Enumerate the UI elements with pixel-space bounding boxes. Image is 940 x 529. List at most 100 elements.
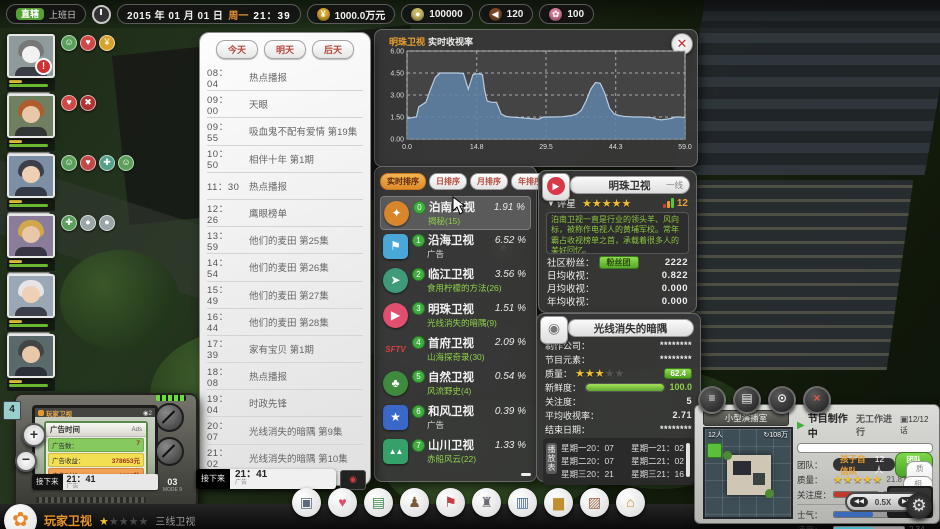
fans-badge-button[interactable]: 粉丝团 (599, 256, 639, 269)
tv-knob[interactable] (155, 403, 184, 432)
schedule-row[interactable]: 15：49他们的麦田 第27集 (207, 282, 363, 309)
staff-icon[interactable]: ♟ (400, 488, 429, 517)
daily-value: 0.822 (662, 270, 688, 281)
production-title: 节目制作中 (808, 410, 853, 440)
schedule-row[interactable]: 08：04热点播报 (207, 64, 363, 91)
schedule-row[interactable]: 11：30热点播报 (207, 173, 363, 200)
team-avatar[interactable] (7, 94, 55, 138)
schedule-row[interactable]: 09：55吸血鬼不配有爱情 第19集 (207, 118, 363, 145)
tv-screen[interactable]: 玩家卫视 ◉2 广告时间 Ads 广告数：7广告收益：378653元广告时长：6… (32, 405, 158, 477)
rank-badge: 7 (412, 439, 425, 452)
daily-rating-row: 日均收视： 0.822 (547, 269, 688, 281)
resource-money[interactable]: ¥1000.0万元 (307, 4, 396, 24)
schedule-tab-2[interactable]: 后天 (312, 40, 354, 59)
ranking-row[interactable]: ★6和风卫视0.39 %广告 (380, 401, 531, 435)
status-icon: ♥ (61, 95, 77, 111)
ranking-tab[interactable]: 实时排序 (380, 173, 426, 190)
resource-tokens[interactable]: ●100000 (401, 4, 472, 24)
schedule-row[interactable]: 18：08热点播报 (207, 363, 363, 390)
broadcast-schedule-tab[interactable]: 播放表 (546, 443, 557, 474)
close-icon[interactable]: × (803, 386, 831, 414)
freshness-label: 新鲜度： (545, 381, 581, 394)
schedule-row[interactable]: 10：50相伴十年 第1期 (207, 146, 363, 173)
end-date-label: 结束日期： (545, 423, 590, 436)
program-time: 20：07 (207, 418, 240, 443)
scrollbar[interactable] (686, 443, 690, 477)
build-tile-icon[interactable] (707, 443, 722, 458)
settings-gear-icon[interactable]: ⚙ (906, 493, 932, 519)
heart-icon[interactable]: ♥ (328, 488, 357, 517)
team-card[interactable] (7, 334, 55, 391)
mascot-icon[interactable]: ⚑ (436, 488, 465, 517)
ranking-row[interactable]: ▶3明珠卫视1.51 %光线消失的暗隅(9) (380, 299, 531, 333)
team-energy-bars (7, 139, 55, 151)
schedule-row[interactable]: 20：07光线消失的暗隅 第9集 (207, 417, 363, 444)
photo-icon[interactable]: ▨ (580, 488, 609, 517)
schedule-tab-1[interactable]: 明天 (264, 40, 306, 59)
program-time: 13：59 (207, 228, 240, 253)
team-pill[interactable]: 孩子自信队 12人 (833, 458, 895, 471)
schedule-row[interactable]: 14：54他们的麦田 第26集 (207, 254, 363, 281)
scroll-indicator[interactable] (521, 473, 531, 476)
clock-icon[interactable] (92, 5, 111, 24)
fans-value: 2222 (665, 257, 688, 268)
ranking-tab[interactable]: 月排序 (470, 173, 508, 190)
team-avatar[interactable] (7, 334, 55, 378)
zoom-out-button[interactable]: − (15, 450, 37, 472)
ranking-row[interactable]: ▲▲7山川卫视1.33 %赤船风云(22) (380, 435, 531, 469)
power-icon[interactable]: ⊙ (768, 386, 796, 414)
status-icon: ☺ (118, 155, 134, 171)
zoom-in-button[interactable]: + (22, 423, 46, 447)
team-avatar[interactable] (7, 154, 55, 198)
team-avatar[interactable]: ! (7, 34, 55, 78)
rating-share: 2.09 % (495, 337, 528, 348)
channel-switch-button[interactable]: ◉ (340, 470, 366, 490)
program-name: 热点播报 (249, 369, 287, 383)
resource-flowers[interactable]: ✿100 (539, 4, 594, 24)
resource-arrows[interactable]: ◀120 (479, 4, 534, 24)
library-icon[interactable]: ▥ (508, 488, 537, 517)
arrow-icon: ◀ (489, 8, 502, 21)
now-playing: 广告 (427, 419, 528, 431)
ad-title: 广告时间 (50, 424, 80, 435)
now-playing: 风流野史(4) (427, 385, 528, 397)
resource-value: 100000 (429, 9, 462, 20)
home-icon[interactable]: ⌂ (616, 488, 645, 517)
menu-icon[interactable]: ≡ (698, 386, 726, 414)
tv-icon[interactable]: ▣ (292, 488, 321, 517)
team-status-icons: ☺♥✚☺ (61, 155, 134, 171)
schedule-row[interactable]: 16：44他们的麦田 第28集 (207, 309, 363, 336)
quality-badge: 62.4 (664, 368, 692, 379)
tower-icon[interactable]: ♜ (472, 488, 501, 517)
station-flower-logo[interactable]: ✿ (4, 504, 37, 529)
ad-stat-row: 广告数：7 (48, 438, 144, 452)
slot-start: 星期二20：07 (561, 455, 614, 468)
schedule-row[interactable]: 17：39家有宝贝 第1期 (207, 336, 363, 363)
team-avatar[interactable] (7, 274, 55, 318)
schedule-row[interactable]: 12：26鹰眼榜单 (207, 200, 363, 227)
city-status-pill[interactable]: 直辖 上班日 (6, 4, 86, 24)
program-time: 16：44 (207, 309, 240, 334)
schedule-row[interactable]: 19：04时政先锋 (207, 390, 363, 417)
schedule-row[interactable]: 21：02光线消失的暗隅 第10集 (207, 445, 363, 472)
ranking-row[interactable]: SFTV4首府卫视2.09 %山海探奇录(30) (380, 333, 531, 367)
ranking-row[interactable]: ✦0泊南卫视1.91 %揭秘(15) (380, 196, 531, 230)
team-avatar[interactable] (7, 214, 55, 258)
attention-value: 5 (686, 396, 692, 406)
programs-icon[interactable]: ▤ (364, 488, 393, 517)
schedule-tab-0[interactable]: 今天 (216, 40, 258, 59)
studio-room-view[interactable]: 12人 ↻108万 (703, 427, 793, 519)
ranking-row[interactable]: ➤2临江卫视3.56 %食用柠檬的方法(26) (380, 264, 531, 298)
schedule-row[interactable]: 13：59他们的麦田 第25集 (207, 227, 363, 254)
market-icon[interactable]: ▆ (544, 488, 573, 517)
ranking-row[interactable]: ⚑1沿海卫视6.52 %广告 (380, 230, 531, 264)
slow-down-button[interactable]: ◀◀ (850, 497, 868, 507)
ranking-tab[interactable]: 日排序 (429, 173, 467, 190)
tv-knob[interactable] (155, 437, 184, 466)
schedule-icon[interactable]: ▤ (733, 386, 761, 414)
schedule-row[interactable]: 09：00天眼 (207, 91, 363, 118)
resource-value: 100 (567, 9, 584, 20)
ranking-row[interactable]: ♣5自然卫视0.54 %风流野史(4) (380, 367, 531, 401)
play-icon: ▶ (383, 303, 408, 328)
city-trees (60, 250, 180, 350)
